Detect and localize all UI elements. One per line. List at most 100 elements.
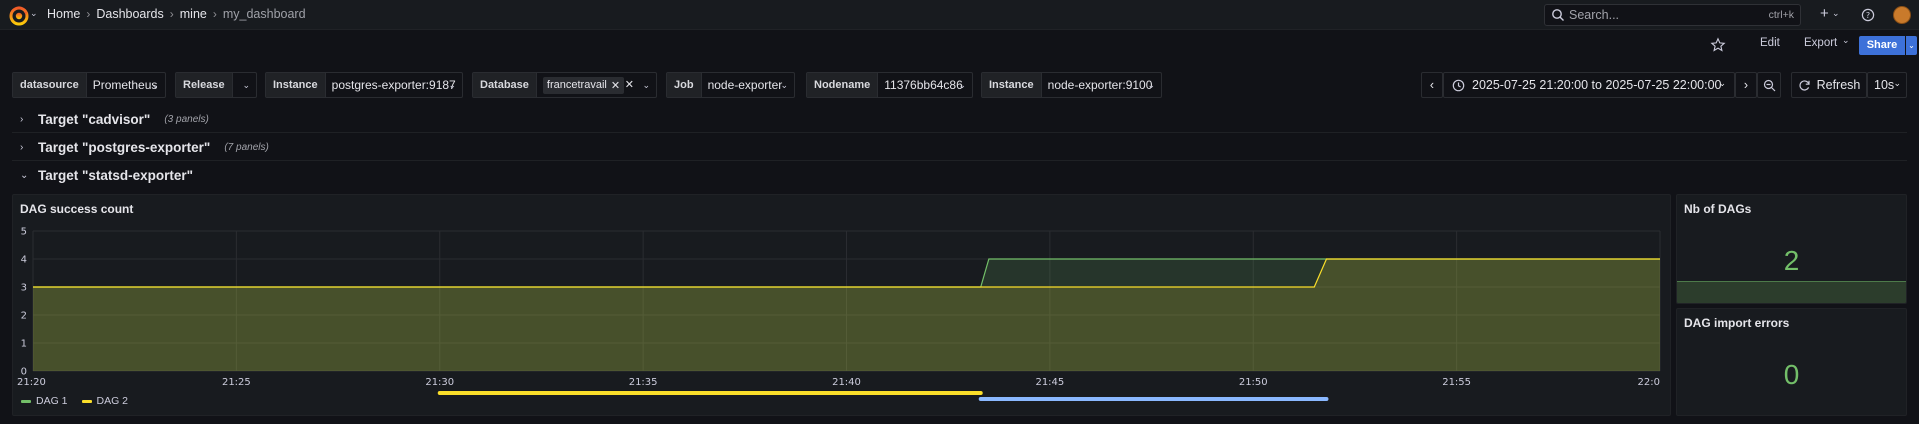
logo-chevron-down-icon[interactable]: ⌄ bbox=[30, 8, 38, 19]
star-icon[interactable] bbox=[1710, 37, 1726, 53]
grafana-logo-icon[interactable] bbox=[8, 5, 30, 27]
y-tick-label: 2 bbox=[21, 311, 27, 322]
variable-value-text: 11376bb64c86 bbox=[884, 78, 963, 92]
breadcrumb-dashboards[interactable]: Dashboards bbox=[96, 7, 163, 21]
variable-value[interactable]: 11376bb64c86 ⌄ bbox=[878, 73, 972, 97]
dashboard-action-bar: Edit Export ⌄ Share ⌄ bbox=[0, 31, 1919, 59]
variable-job[interactable]: Job node-exporter ⌄ bbox=[666, 72, 795, 98]
export-chevron-down-icon[interactable]: ⌄ bbox=[1842, 35, 1850, 51]
x-tick-label: 21:35 bbox=[629, 377, 658, 388]
chevron-right-icon: › bbox=[20, 114, 24, 125]
refresh-interval-picker[interactable]: 10s ⌄ bbox=[1867, 72, 1907, 98]
dag-success-chart[interactable]: 0 1 2 3 4 5 21:20 21:25 21:30 21:35 21:40 21:45 21:5… bbox=[13, 195, 1670, 415]
nb-dags-panel[interactable]: Nb of DAGs 2 bbox=[1676, 194, 1907, 304]
chevron-down-icon: ⌄ bbox=[20, 170, 29, 181]
breadcrumb-separator-icon: › bbox=[86, 7, 91, 21]
x-tick-label: 22:0 bbox=[1638, 377, 1660, 388]
database-chip: francetravail ✕ bbox=[542, 76, 625, 94]
variable-database[interactable]: Database francetravail ✕ ✕ ⌄ bbox=[472, 72, 657, 98]
search-placeholder: Search... bbox=[1569, 8, 1620, 22]
row-panel-count: (7 panels) bbox=[224, 142, 269, 153]
variable-node-instance[interactable]: Instance node-exporter:9100 ⌄ bbox=[981, 72, 1162, 98]
search-shortcut: ctrl+k bbox=[1768, 9, 1794, 21]
panel-title: Nb of DAGs bbox=[1684, 202, 1752, 216]
variable-datasource[interactable]: datasource Prometheus ⌄ bbox=[12, 72, 166, 98]
time-back-button[interactable]: ‹ bbox=[1421, 72, 1443, 98]
variable-label: Instance bbox=[982, 73, 1042, 97]
variable-release[interactable]: Release ⌄ bbox=[175, 72, 257, 98]
avatar[interactable] bbox=[1893, 6, 1911, 24]
row-cadvisor[interactable]: › Target "cadvisor" (3 panels) bbox=[20, 112, 209, 127]
chip-remove-icon[interactable]: ✕ bbox=[611, 79, 620, 92]
clock-icon bbox=[1452, 79, 1465, 91]
x-tick-label: 21:45 bbox=[1035, 377, 1064, 388]
breadcrumb-home[interactable]: Home bbox=[47, 7, 80, 21]
new-chevron-down-icon[interactable]: ⌄ bbox=[1832, 8, 1840, 19]
variable-value[interactable]: ⌄ bbox=[233, 73, 256, 97]
zoom-out-button[interactable] bbox=[1757, 72, 1781, 98]
export-button[interactable]: Export bbox=[1804, 37, 1837, 53]
breadcrumb-mine[interactable]: mine bbox=[180, 7, 207, 21]
y-tick-label: 5 bbox=[21, 227, 27, 238]
edit-button[interactable]: Edit bbox=[1760, 37, 1780, 53]
panel-title: DAG import errors bbox=[1684, 316, 1790, 330]
variable-label: Nodename bbox=[807, 73, 879, 97]
x-tick-label: 21:20 bbox=[17, 377, 46, 388]
legend-item-dag1[interactable]: DAG 1 bbox=[21, 395, 68, 407]
variable-value[interactable]: node-exporter:9100 ⌄ bbox=[1042, 73, 1161, 97]
x-tick-label: 21:25 bbox=[222, 377, 251, 388]
time-range-text: 2025-07-25 21:20:00 to 2025-07-25 22:00:… bbox=[1472, 78, 1722, 92]
breadcrumb: Home › Dashboards › mine › my_dashboard bbox=[47, 7, 306, 21]
y-tick-label: 1 bbox=[21, 339, 27, 350]
x-tick-label: 21:55 bbox=[1442, 377, 1471, 388]
variable-nodename[interactable]: Nodename 11376bb64c86 ⌄ bbox=[806, 72, 973, 98]
row-statsd-exporter[interactable]: ⌄ Target "statsd-exporter" bbox=[20, 168, 193, 183]
legend-label: DAG 1 bbox=[36, 395, 68, 407]
search-input[interactable]: Search... ctrl+k bbox=[1544, 4, 1801, 26]
y-tick-label: 4 bbox=[21, 255, 27, 266]
variable-value[interactable]: francetravail ✕ ✕ ⌄ bbox=[537, 73, 656, 97]
legend-label: DAG 2 bbox=[96, 395, 129, 407]
variable-value[interactable]: node-exporter ⌄ bbox=[702, 73, 794, 97]
chevron-right-icon: › bbox=[20, 142, 24, 153]
chip-text: francetravail bbox=[546, 79, 607, 91]
variable-label: Job bbox=[667, 73, 702, 97]
share-button[interactable]: Share bbox=[1859, 36, 1905, 55]
row-title: Target "postgres-exporter" bbox=[38, 140, 211, 155]
variable-value[interactable]: Prometheus ⌄ bbox=[87, 73, 165, 97]
x-tick-label: 21:50 bbox=[1239, 377, 1268, 388]
time-forward-button[interactable]: › bbox=[1735, 72, 1757, 98]
variable-label: Database bbox=[473, 73, 537, 97]
top-nav-bar: ⌄ Home › Dashboards › mine › my_dashboar… bbox=[0, 0, 1919, 30]
variable-instance[interactable]: Instance postgres-exporter:9187 ⌄ bbox=[265, 72, 463, 98]
row-title: Target "cadvisor" bbox=[38, 112, 151, 127]
variable-value-text: node-exporter bbox=[707, 78, 783, 92]
refresh-label: Refresh bbox=[1816, 78, 1861, 92]
chevron-left-icon: ‹ bbox=[1429, 78, 1435, 92]
x-tick-label: 21:40 bbox=[832, 377, 861, 388]
share-chevron-down-icon[interactable]: ⌄ bbox=[1906, 36, 1917, 55]
chevron-down-icon: ⌄ bbox=[958, 80, 966, 90]
help-icon[interactable]: ? bbox=[1861, 8, 1875, 22]
dag-success-panel[interactable]: DAG success count 0 1 2 3 4 5 21:20 21:25 21:30 2… bbox=[12, 194, 1671, 416]
row-postgres-exporter[interactable]: › Target "postgres-exporter" (7 panels) bbox=[20, 140, 269, 155]
variables-bar: datasource Prometheus ⌄ Release ⌄ Instanc… bbox=[0, 72, 1919, 98]
dag-import-errors-panel[interactable]: DAG import errors 0 bbox=[1676, 308, 1907, 416]
variable-value[interactable]: postgres-exporter:9187 ⌄ bbox=[326, 73, 462, 97]
clear-icon[interactable]: ✕ bbox=[625, 78, 634, 91]
stat-value: 0 bbox=[1783, 359, 1800, 390]
variable-value-text: Prometheus bbox=[92, 78, 158, 92]
refresh-icon bbox=[1799, 79, 1810, 91]
time-range-picker[interactable]: 2025-07-25 21:20:00 to 2025-07-25 22:00:… bbox=[1443, 72, 1735, 98]
chevron-down-icon: ⌄ bbox=[1893, 78, 1901, 88]
legend-item-dag2[interactable]: DAG 2 bbox=[81, 395, 129, 407]
y-tick-label: 3 bbox=[21, 283, 27, 294]
refresh-button[interactable]: Refresh bbox=[1791, 72, 1867, 98]
search-icon bbox=[1552, 9, 1564, 21]
row-panel-count: (3 panels) bbox=[164, 114, 209, 125]
new-plus-icon[interactable]: + bbox=[1820, 5, 1829, 22]
refresh-interval-text: 10s bbox=[1874, 78, 1895, 92]
row-divider bbox=[12, 132, 1907, 133]
variable-label: Instance bbox=[266, 73, 326, 97]
x-tick-label: 21:30 bbox=[425, 377, 454, 388]
